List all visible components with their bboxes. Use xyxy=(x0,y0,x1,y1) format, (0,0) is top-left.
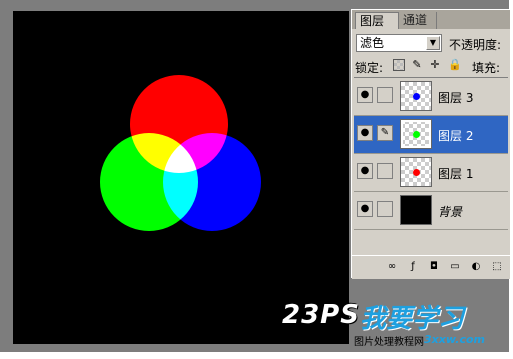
layers-panel: 图层 通道 滤色 ▼ 不透明度: 锁定: ✎ ✛ 🔒 填充: ● 图层 3 ● xyxy=(351,9,510,279)
layer-thumbnail xyxy=(400,119,432,149)
rgb-circles xyxy=(100,75,261,231)
panel-bottom-bar: ∞ ƒ ◘ ▭ ◐ ⬚ xyxy=(352,255,510,279)
lock-all-icon[interactable]: 🔒 xyxy=(448,59,462,71)
layer-name: 图层 3 xyxy=(438,91,474,105)
layer-row[interactable]: ● 图层 1 xyxy=(354,154,508,192)
layer-row[interactable]: ● ✎ 图层 2 xyxy=(354,116,508,154)
watermark-logo-cn: 我要学习 xyxy=(360,304,465,334)
eye-icon[interactable]: ● xyxy=(357,87,373,103)
blue-circle xyxy=(163,133,261,231)
document-canvas[interactable] xyxy=(13,11,349,344)
brush-icon[interactable]: ✎ xyxy=(377,125,393,141)
add-mask-icon[interactable]: ◘ xyxy=(427,260,441,274)
blend-mode-select[interactable]: 滤色 ▼ xyxy=(356,34,442,52)
link-layers-icon[interactable]: ∞ xyxy=(385,260,399,274)
layer-thumb-dot xyxy=(413,169,420,176)
new-layer-icon[interactable]: ⬚ xyxy=(490,260,504,274)
lock-transparency-icon[interactable] xyxy=(393,59,405,71)
watermark-url: 3xxw.com xyxy=(424,333,486,346)
layer-thumbnail xyxy=(400,157,432,187)
blend-mode-value: 滤色 xyxy=(360,36,385,50)
layer-name: 图层 1 xyxy=(438,167,474,181)
add-style-icon[interactable]: ƒ xyxy=(406,260,420,274)
link-slot[interactable] xyxy=(377,201,393,217)
tab-channels[interactable]: 通道 xyxy=(399,12,437,29)
lock-position-icon[interactable]: ✛ xyxy=(429,59,441,71)
chevron-down-icon[interactable]: ▼ xyxy=(426,36,440,50)
layer-thumbnail xyxy=(400,81,432,111)
tab-layers[interactable]: 图层 xyxy=(355,12,399,29)
layer-name: 图层 2 xyxy=(438,129,474,143)
eye-icon[interactable]: ● xyxy=(357,163,373,179)
watermark-logo: 23PS xyxy=(282,300,360,330)
layers-list: ● 图层 3 ● ✎ 图层 2 ● 图层 1 ● 背景 xyxy=(354,77,508,251)
layer-thumb-dot xyxy=(413,93,420,100)
watermark-caption: 图片处理教程网 xyxy=(354,337,424,348)
link-slot[interactable] xyxy=(377,163,393,179)
watermark: 23PS 我要学习 图片处理教程网 3xxw.com xyxy=(274,296,506,352)
opacity-label: 不透明度: xyxy=(449,38,502,52)
layer-row[interactable]: ● 图层 3 xyxy=(354,78,508,116)
eye-icon[interactable]: ● xyxy=(357,125,373,141)
fill-label: 填充: xyxy=(472,61,501,75)
layer-name: 背景 xyxy=(438,205,463,219)
adjustment-layer-icon[interactable]: ◐ xyxy=(469,260,483,274)
eye-icon[interactable]: ● xyxy=(357,201,373,217)
link-slot[interactable] xyxy=(377,87,393,103)
layer-row[interactable]: ● 背景 xyxy=(354,192,508,230)
new-group-icon[interactable]: ▭ xyxy=(448,260,462,274)
layer-thumb-dot xyxy=(413,131,420,138)
panel-tab-bar: 图层 通道 xyxy=(352,10,510,29)
lock-label: 锁定: xyxy=(355,61,384,75)
layer-thumbnail xyxy=(400,195,432,225)
lock-image-icon[interactable]: ✎ xyxy=(411,59,423,71)
